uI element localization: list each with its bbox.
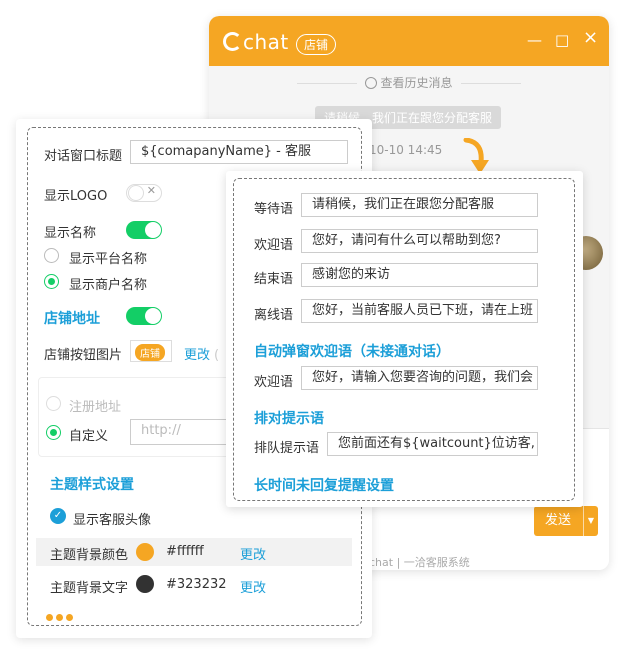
message-timestamp: 10-10 14:45	[369, 143, 443, 157]
toggle-off-icon: ✕	[146, 184, 156, 197]
custom-url-input[interactable]: http://	[130, 419, 230, 445]
theme-title: 主题样式设置	[50, 477, 134, 493]
send-label: 发送	[545, 513, 572, 528]
shop-button-image: 店铺	[130, 340, 172, 362]
welcome-input[interactable]: 您好，请问有什么可以帮助到您?	[301, 229, 538, 253]
queue-label: 排队提示语	[254, 441, 320, 456]
send-button[interactable]: 发送 ▼	[534, 506, 598, 536]
change-bg-color-link[interactable]: 更改	[240, 544, 266, 563]
text-color-value: #323232	[166, 577, 227, 592]
end-label: 结束语	[254, 272, 294, 287]
divider-right	[460, 83, 521, 84]
shop-button-label: 店铺按钮图片	[44, 348, 123, 363]
show-avatar-label: 显示客服头像	[73, 513, 152, 528]
shop-address-title: 店铺地址	[44, 311, 100, 327]
footer-brand: chat | 一洽客服系统	[369, 556, 470, 569]
offline-label: 离线语	[254, 308, 294, 323]
show-logo-toggle[interactable]: ✕	[126, 184, 162, 202]
text-color-swatch[interactable]	[136, 575, 154, 593]
history-link-row[interactable]: 查看历史消息	[209, 74, 609, 91]
history-link[interactable]: 查看历史消息	[380, 76, 452, 90]
chat-header: chat 店铺 — □ ×	[209, 16, 609, 66]
show-name-toggle[interactable]	[126, 221, 162, 239]
popup-welcome-title: 自动弹窗欢迎语（未接通对话）	[254, 344, 450, 360]
show-logo-label: 显示LOGO	[44, 189, 108, 204]
offline-input[interactable]: 您好，当前客服人员已下班，请在上班	[301, 299, 538, 323]
shop-badge[interactable]: 店铺	[296, 34, 337, 55]
reminder-title: 长时间未回复提醒设置	[254, 478, 394, 494]
platform-name-label: 显示平台名称	[69, 252, 148, 267]
clock-icon	[365, 77, 378, 89]
maximize-icon[interactable]: □	[555, 32, 569, 48]
queue-title: 排对提示语	[254, 411, 324, 427]
show-avatar-checkbox[interactable]: ✓	[50, 508, 66, 524]
popup-welcome-label: 欢迎语	[254, 375, 294, 390]
shop-address-toggle[interactable]	[126, 307, 162, 325]
more-dots-icon[interactable]	[46, 606, 76, 625]
registered-address-radio[interactable]	[46, 396, 61, 411]
change-text-color-link[interactable]: 更改	[240, 577, 266, 596]
title-label: 对话窗口标题	[44, 149, 123, 164]
bg-color-value: #ffffff	[166, 544, 204, 559]
custom-address-label: 自定义	[69, 429, 109, 444]
bg-color-swatch[interactable]	[136, 543, 154, 561]
text-color-label: 主题背景文字	[50, 581, 129, 596]
platform-name-radio[interactable]	[44, 248, 59, 263]
merchant-name-label: 显示商户名称	[69, 278, 148, 293]
divider-left	[297, 83, 358, 84]
minimize-icon[interactable]: —	[527, 32, 542, 48]
waiting-label: 等待语	[254, 202, 294, 217]
title-input[interactable]: ${comapanyName} - 客服	[130, 140, 348, 164]
popup-welcome-input[interactable]: 您好，请输入您要咨询的问题，我们会	[301, 366, 538, 390]
send-dropdown-icon[interactable]: ▼	[583, 506, 598, 536]
welcome-label: 欢迎语	[254, 238, 294, 253]
bg-color-label: 主题背景颜色	[50, 548, 129, 563]
end-input[interactable]: 感谢您的来访	[301, 263, 538, 287]
waiting-input[interactable]: 请稍候，我们正在跟您分配客服	[301, 193, 538, 217]
close-icon[interactable]: ×	[583, 29, 598, 47]
change-shop-button-link[interactable]: 更改(	[184, 344, 219, 363]
queue-input[interactable]: 您前面还有${waitcount}位访客,	[327, 432, 538, 456]
registered-address-label: 注册地址	[69, 400, 122, 415]
merchant-name-radio[interactable]	[44, 274, 59, 289]
chat-logo: chat	[223, 30, 289, 54]
custom-address-radio[interactable]	[46, 425, 61, 440]
show-name-label: 显示名称	[44, 226, 97, 241]
